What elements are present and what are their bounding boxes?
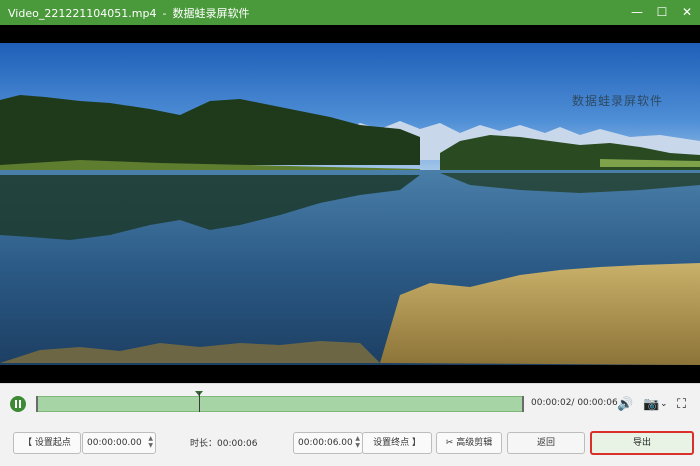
maximize-button[interactable]: ☐ [651, 2, 673, 22]
scissors-icon: ✂ [445, 438, 457, 448]
export-button[interactable]: 导出 [590, 431, 694, 455]
video-preview[interactable]: 数据蛙录屏软件 [0, 25, 700, 383]
volume-icon[interactable]: 🔊 [617, 398, 633, 411]
camera-icon[interactable]: 📷 [643, 398, 659, 411]
app-name: 数据蛙录屏软件 [172, 7, 250, 20]
trim-timeline[interactable] [36, 391, 524, 412]
advanced-edit-button[interactable]: ✂ 高级剪辑 [436, 432, 502, 454]
end-time-stepper[interactable]: ▲ ▼ [355, 435, 360, 449]
watermark-text: 数据蛙录屏软件 [572, 94, 664, 108]
pause-icon-bar [15, 400, 17, 408]
time-display: 00:00:02/ 00:00:06 [531, 398, 618, 408]
start-time-field[interactable]: 00:00:00.00 ▲ ▼ [82, 432, 156, 454]
trim-end-handle[interactable] [522, 396, 524, 412]
pause-button[interactable] [10, 396, 26, 412]
video-frame-landscape [0, 25, 700, 383]
window-title: Video_221221104051.mp4- 数据蛙录屏软件 [8, 5, 249, 21]
pause-icon-bar [19, 400, 21, 408]
set-end-button[interactable]: 设置终点 】 [362, 432, 432, 454]
file-name: Video_221221104051.mp4 [8, 7, 157, 20]
start-time-value: 00:00:00.00 [87, 438, 142, 448]
set-start-button[interactable]: 【 设置起点 [13, 432, 81, 454]
trim-start-handle[interactable] [36, 396, 38, 412]
minimize-button[interactable]: — [626, 2, 648, 22]
advanced-edit-label: 高级剪辑 [456, 438, 493, 448]
title-separator: - [162, 7, 167, 20]
back-button[interactable]: 返回 [507, 432, 585, 454]
duration-label: 时长：00:00:06 [190, 439, 258, 449]
playhead-line[interactable] [199, 392, 200, 412]
end-time-value: 00:00:06.00 [298, 438, 353, 448]
title-bar: Video_221221104051.mp4- 数据蛙录屏软件 — ☐ ✕ [0, 0, 700, 25]
start-time-stepper[interactable]: ▲ ▼ [148, 435, 153, 449]
chevron-down-icon[interactable]: ⌄ [660, 398, 668, 411]
fullscreen-icon[interactable]: ⛶ [677, 398, 686, 411]
end-time-field[interactable]: 00:00:06.00 ▲ ▼ [293, 432, 363, 454]
player-controls: 00:00:02/ 00:00:06 🔊 📷 ⌄ ⛶ 【 设置起点 00:00:… [0, 383, 700, 466]
close-button[interactable]: ✕ [676, 2, 698, 22]
